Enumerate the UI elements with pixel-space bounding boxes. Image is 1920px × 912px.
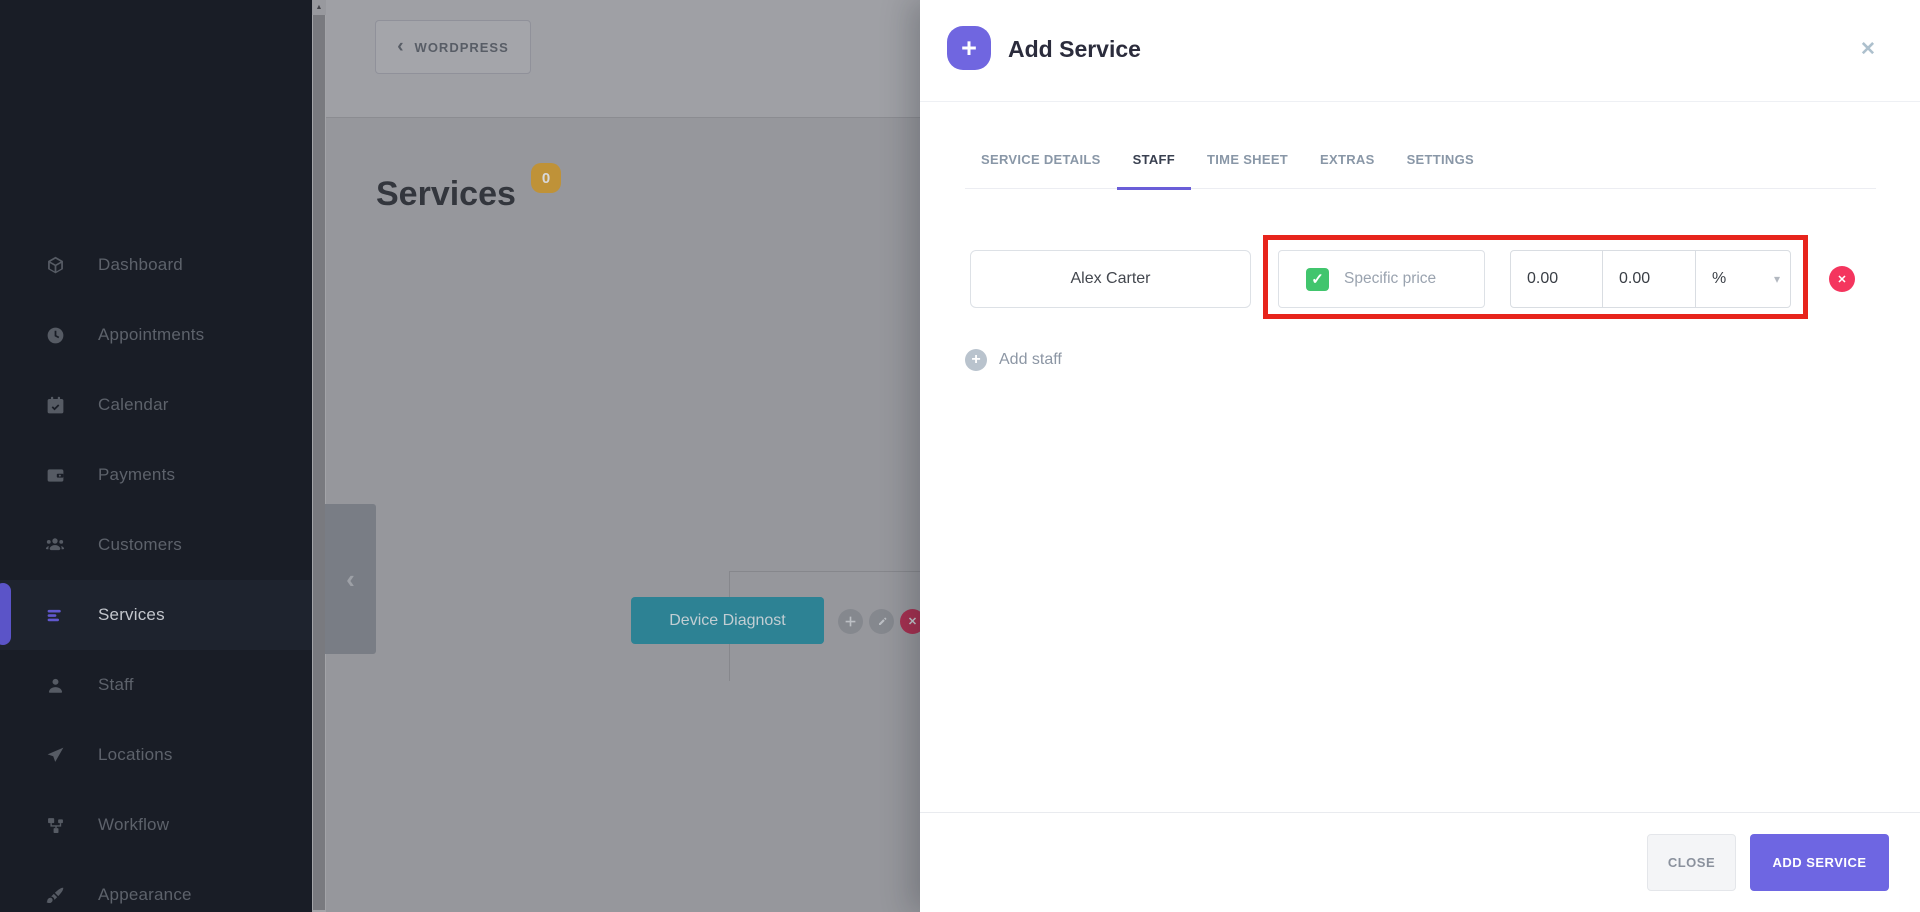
panel-collapse-handle[interactable]: ‹ [325, 504, 376, 654]
specific-price-checkbox[interactable]: ✓ [1306, 267, 1329, 291]
plus-icon: + [971, 351, 981, 368]
add-staff-button[interactable]: + Add staff [965, 349, 1062, 371]
staff-name: Alex Carter [1070, 270, 1151, 287]
sidebar-item-dashboard[interactable]: Dashboard [0, 230, 312, 300]
chevron-left-icon: ‹ [397, 35, 405, 57]
sidebar-item-calendar[interactable]: Calendar [0, 370, 312, 440]
modal-tabs: SERVICE DETAILS STAFF TIME SHEET EXTRAS … [965, 102, 1876, 190]
add-service-button[interactable]: ADD SERVICE [1750, 834, 1889, 891]
edit-category-button[interactable] [869, 609, 894, 634]
tab-settings[interactable]: SETTINGS [1391, 152, 1490, 190]
sidebar-item-label: Payments [98, 465, 176, 484]
sidebar-item-label: Dashboard [98, 255, 183, 274]
tab-time-sheet[interactable]: TIME SHEET [1191, 152, 1304, 190]
locations-icon [44, 744, 66, 766]
appointments-icon [44, 324, 66, 346]
sidebar-item-label: Locations [98, 745, 173, 764]
staff-select[interactable]: Alex Carter [970, 250, 1251, 308]
unit-value: % [1712, 270, 1727, 287]
unit-select[interactable]: % ▾ [1695, 250, 1791, 308]
service-chip-device-diagnostics[interactable]: Device Diagnost [631, 597, 824, 644]
service-chip-label: Device Diagnost [669, 611, 786, 629]
price-input[interactable] [1511, 251, 1602, 307]
modal-close-button[interactable]: ✕ [1853, 34, 1883, 64]
price-cell [1510, 250, 1603, 308]
sidebar-item-appointments[interactable]: Appointments [0, 300, 312, 370]
calendar-icon [44, 394, 66, 416]
back-button-label: WORDPRESS [414, 39, 509, 55]
specific-price-box: ✓ Specific price [1278, 250, 1485, 308]
sidebar-item-workflow[interactable]: Workflow [0, 790, 312, 860]
caret-down-icon: ▾ [1773, 272, 1780, 286]
price-input-group: % ▾ [1510, 250, 1791, 308]
services-icon [44, 604, 66, 626]
back-to-wordpress-button[interactable]: ‹ WORDPRESS [375, 20, 531, 74]
sidebar-item-payments[interactable]: Payments [0, 440, 312, 510]
modal-title: Add Service [1008, 36, 1141, 62]
sidebar-item-label: Services [98, 605, 165, 624]
sidebar-item-label: Appearance [98, 885, 192, 904]
page-content-dimmed: ‹ WORDPRESS Services 0 Device Diagnost ✕… [325, 0, 925, 912]
sidebar-item-services[interactable]: Services [0, 580, 312, 650]
payments-icon [44, 464, 66, 486]
plus-circle-icon: + [965, 349, 987, 371]
vertical-scrollbar: ▲ [312, 0, 326, 912]
modal-header: + Add Service ✕ [920, 0, 1920, 102]
plus-icon [845, 616, 856, 627]
sidebar-item-label: Workflow [98, 815, 170, 834]
active-accent-bar [0, 583, 11, 645]
services-count-badge: 0 [531, 163, 561, 193]
sidebar-item-label: Appointments [98, 325, 205, 344]
remove-staff-button[interactable]: ✕ [1829, 266, 1855, 292]
close-button[interactable]: CLOSE [1647, 834, 1736, 891]
workflow-icon [44, 814, 66, 836]
add-service-plus-badge: + [947, 26, 991, 70]
scroll-up-icon: ▲ [315, 4, 323, 11]
add-service-modal: + Add Service ✕ SERVICE DETAILS STAFF TI… [920, 0, 1920, 912]
pencil-icon [878, 617, 886, 625]
check-icon: ✓ [1311, 271, 1324, 288]
sidebar-item-appearance[interactable]: Appearance [0, 860, 312, 912]
x-icon: ✕ [907, 616, 918, 628]
plus-icon: + [961, 32, 977, 63]
staff-icon [44, 674, 66, 696]
deposit-input[interactable] [1603, 251, 1695, 307]
tab-service-details[interactable]: SERVICE DETAILS [965, 152, 1117, 190]
page-title: Services [376, 174, 516, 213]
sidebar-nav: Dashboard Appointments Calendar Payments… [0, 230, 312, 912]
sidebar-item-label: Staff [98, 675, 134, 694]
specific-price-label: Specific price [1344, 270, 1437, 287]
dashboard-icon [44, 254, 66, 276]
scrollbar-thumb[interactable] [313, 15, 325, 910]
modal-footer: CLOSE ADD SERVICE [920, 812, 1920, 912]
tab-staff[interactable]: STAFF [1116, 152, 1192, 190]
close-icon: ✕ [1860, 38, 1876, 60]
appearance-icon [44, 884, 66, 906]
sidebar: Dashboard Appointments Calendar Payments… [0, 0, 312, 912]
sidebar-item-label: Calendar [98, 395, 169, 414]
sidebar-item-staff[interactable]: Staff [0, 650, 312, 720]
app-root: Dashboard Appointments Calendar Payments… [0, 0, 1920, 912]
scroll-up-button[interactable]: ▲ [312, 0, 326, 15]
sidebar-item-customers[interactable]: Customers [0, 510, 312, 580]
add-staff-label: Add staff [999, 351, 1062, 368]
sidebar-item-label: Customers [98, 535, 182, 554]
customers-icon [44, 534, 66, 556]
price-cell [1602, 250, 1696, 308]
x-icon: ✕ [1837, 273, 1847, 286]
chevron-left-icon: ‹ [346, 563, 355, 594]
chip-text-fade [790, 597, 824, 644]
tab-extras[interactable]: EXTRAS [1304, 152, 1391, 190]
sidebar-item-locations[interactable]: Locations [0, 720, 312, 790]
add-category-button[interactable] [838, 609, 863, 634]
